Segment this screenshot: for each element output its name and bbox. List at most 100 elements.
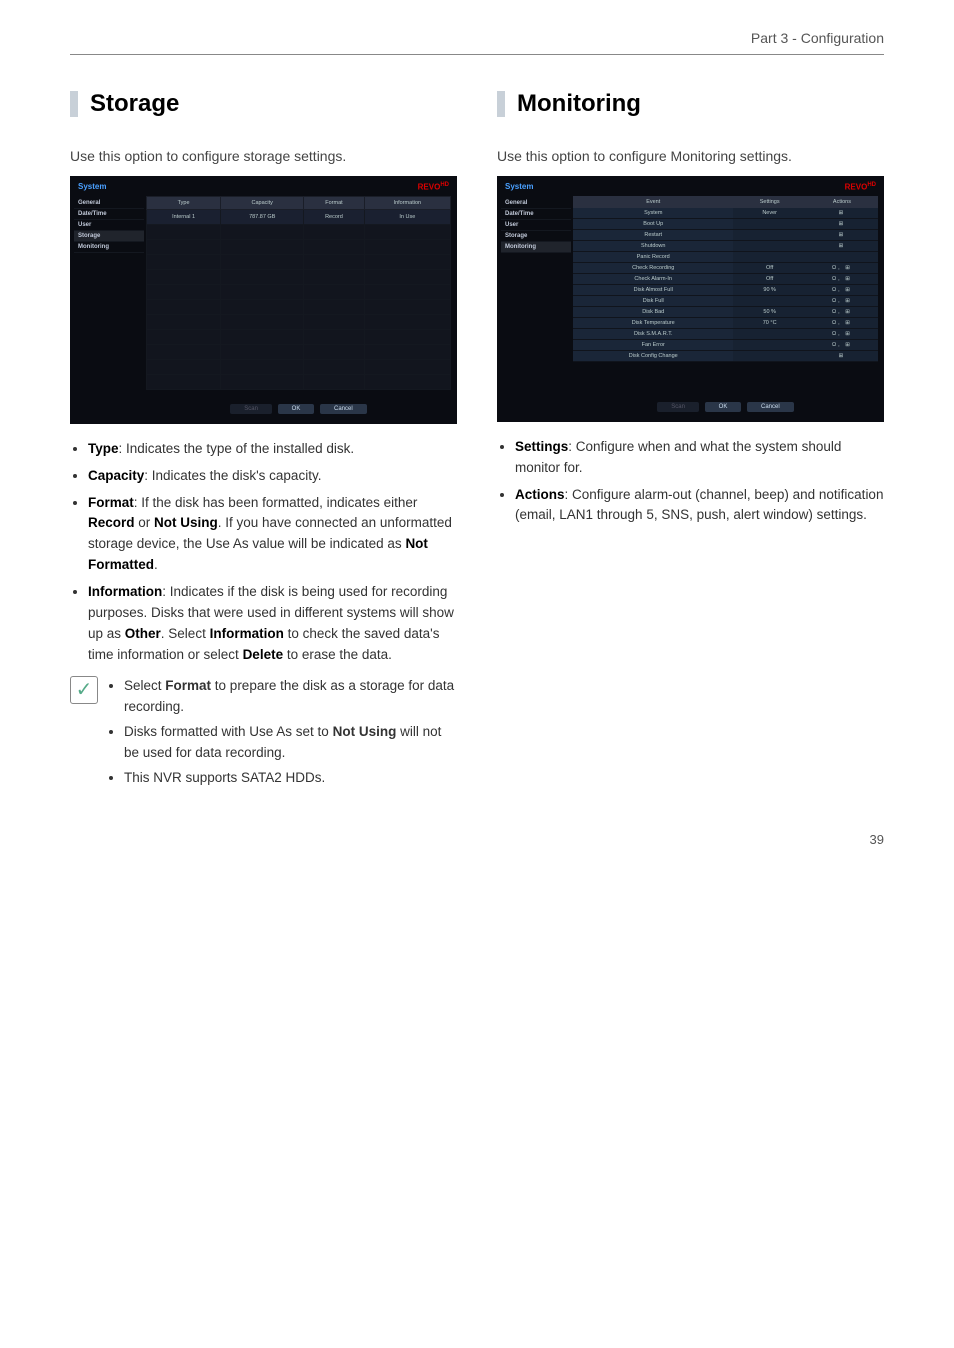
monitoring-bullets: Settings: Configure when and what the sy…	[497, 437, 884, 527]
sidebar-item-monitoring[interactable]: Monitoring	[501, 242, 571, 253]
screenshot-system-label: System	[505, 182, 533, 191]
event-cell: Disk Almost Full	[573, 284, 733, 295]
table-row[interactable]: Boot Up⊞	[573, 218, 878, 229]
settings-cell: 50 %	[733, 306, 805, 317]
table-row[interactable]: Shutdown ⊞	[573, 240, 878, 251]
event-cell: Panic Record	[573, 251, 733, 262]
event-cell: Disk Full	[573, 295, 733, 306]
event-cell: Restart	[573, 229, 733, 240]
actions-cell: Ω, ⊞	[806, 317, 878, 328]
col-type: Type	[147, 196, 221, 209]
event-cell: System	[573, 208, 733, 219]
monitoring-screenshot: System REVOHD General Date/Time User Sto…	[497, 176, 884, 422]
actions-cell	[806, 251, 878, 262]
actions-cell: Ω, ⊞	[806, 295, 878, 306]
sidebar-item-general[interactable]: General	[74, 198, 144, 209]
cancel-button[interactable]: Cancel	[747, 402, 794, 412]
scan-button[interactable]: Scan	[657, 402, 699, 412]
settings-cell: 90 %	[733, 284, 805, 295]
sidebar-item-monitoring[interactable]: Monitoring	[74, 242, 144, 253]
storage-notes: ✓ Select Format to prepare the disk as a…	[70, 676, 457, 793]
event-cell: Disk S.M.A.R.T.	[573, 328, 733, 339]
check-icon: ✓	[70, 676, 98, 704]
storage-intro: Use this option to configure storage set…	[70, 148, 457, 164]
screenshot-brand-logo: REVOHD	[418, 182, 449, 192]
bullet-type: Type: Indicates the type of the installe…	[88, 439, 457, 460]
settings-cell	[733, 218, 805, 229]
actions-cell: ⊞	[806, 208, 878, 219]
table-row[interactable]: Internal 1 787.87 GB Record In Use	[147, 209, 451, 224]
storage-table: Type Capacity Format Information Interna…	[146, 196, 451, 390]
actions-cell: Ω, ⊞	[806, 306, 878, 317]
settings-cell	[733, 240, 805, 251]
event-cell: Disk Bad	[573, 306, 733, 317]
table-row[interactable]: Panic Record	[573, 251, 878, 262]
monitoring-intro: Use this option to configure Monitoring …	[497, 148, 884, 164]
event-cell: Shutdown	[573, 240, 733, 251]
actions-cell: ⊞	[806, 218, 878, 229]
sidebar-item-datetime[interactable]: Date/Time	[74, 209, 144, 220]
storage-title: Storage	[70, 90, 457, 118]
note-item: Disks formatted with Use As set to Not U…	[124, 722, 457, 764]
storage-screenshot: System REVOHD General Date/Time User Sto…	[70, 176, 457, 424]
note-item: Select Format to prepare the disk as a s…	[124, 676, 457, 718]
monitoring-title: Monitoring	[497, 90, 884, 118]
settings-cell: 70 °C	[733, 317, 805, 328]
settings-cell	[733, 229, 805, 240]
screenshot-sidebar: General Date/Time User Storage Monitorin…	[74, 196, 144, 414]
bullet-information: Information: Indicates if the disk is be…	[88, 582, 457, 666]
actions-cell: Ω, ⊞	[806, 328, 878, 339]
storage-bullets: Type: Indicates the type of the installe…	[70, 439, 457, 666]
screenshot-system-label: System	[78, 182, 106, 191]
event-cell: Fan Error	[573, 339, 733, 350]
page-number: 39	[70, 832, 884, 847]
actions-cell: ⊞	[806, 350, 878, 361]
bullet-settings: Settings: Configure when and what the sy…	[515, 437, 884, 479]
table-row[interactable]: Disk S.M.A.R.T. Ω, ⊞	[573, 328, 878, 339]
actions-cell: Ω, ⊞	[806, 273, 878, 284]
storage-column: Storage Use this option to configure sto…	[70, 90, 457, 792]
table-row[interactable]: Disk Almost Full90 %Ω, ⊞	[573, 284, 878, 295]
cancel-button[interactable]: Cancel	[320, 404, 367, 414]
sidebar-item-user[interactable]: User	[501, 220, 571, 231]
col-actions: Actions	[806, 196, 878, 208]
settings-cell	[733, 350, 805, 361]
actions-cell: Ω, ⊞	[806, 284, 878, 295]
table-row[interactable]: Disk Full Ω, ⊞	[573, 295, 878, 306]
screenshot-brand-logo: REVOHD	[845, 182, 876, 192]
settings-cell	[733, 328, 805, 339]
settings-cell: Off	[733, 273, 805, 284]
actions-cell: ⊞	[806, 240, 878, 251]
settings-cell	[733, 251, 805, 262]
settings-cell: Off	[733, 262, 805, 273]
col-format: Format	[304, 196, 364, 209]
page-header: Part 3 - Configuration	[70, 30, 884, 55]
table-row[interactable]: Disk Config Change⊞	[573, 350, 878, 361]
sidebar-item-datetime[interactable]: Date/Time	[501, 209, 571, 220]
sidebar-item-storage[interactable]: Storage	[501, 231, 571, 242]
settings-cell	[733, 339, 805, 350]
col-information: Information	[364, 196, 450, 209]
scan-button[interactable]: Scan	[230, 404, 272, 414]
actions-cell: Ω, ⊞	[806, 339, 878, 350]
sidebar-item-user[interactable]: User	[74, 220, 144, 231]
table-row[interactable]: Fan Error Ω, ⊞	[573, 339, 878, 350]
sidebar-item-storage[interactable]: Storage	[74, 231, 144, 242]
table-row[interactable]: Disk Bad50 %Ω, ⊞	[573, 306, 878, 317]
note-item: This NVR supports SATA2 HDDs.	[124, 768, 457, 789]
storage-heading: Storage	[90, 90, 179, 118]
bullet-actions: Actions: Configure alarm-out (channel, b…	[515, 485, 884, 527]
actions-cell: ⊞	[806, 229, 878, 240]
title-accent-bar	[497, 91, 505, 117]
table-row[interactable]: Check Alarm-InOffΩ, ⊞	[573, 273, 878, 284]
table-row[interactable]: Restart ⊞	[573, 229, 878, 240]
ok-button[interactable]: OK	[705, 402, 742, 412]
title-accent-bar	[70, 91, 78, 117]
sidebar-item-general[interactable]: General	[501, 198, 571, 209]
event-cell: Check Recording	[573, 262, 733, 273]
ok-button[interactable]: OK	[278, 404, 315, 414]
table-row[interactable]: Check RecordingOffΩ, ⊞	[573, 262, 878, 273]
table-row[interactable]: Disk Temperature70 °CΩ, ⊞	[573, 317, 878, 328]
table-row[interactable]: SystemNever⊞	[573, 208, 878, 219]
col-event: Event	[573, 196, 733, 208]
